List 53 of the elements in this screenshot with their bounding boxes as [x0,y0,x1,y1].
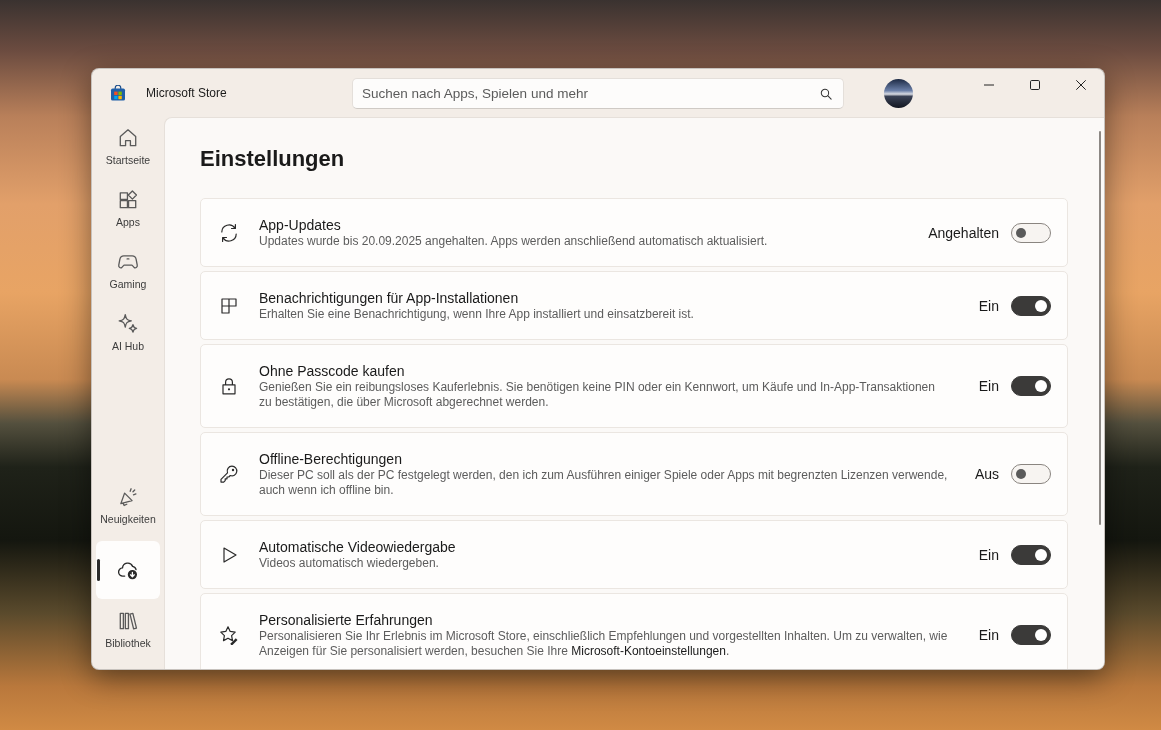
setting-description: Erhalten Sie eine Benachrichtigung, wenn Ihre App installiert und einsatzbereit ist. [259,307,695,322]
sidebar-item[interactable]: Startseite [96,120,160,178]
setting-description: Updates wurde bis 20.09.2025 angehalten. Apps werden anschließend automatisch aktualisiert. [259,234,769,249]
toggle-switch[interactable] [1011,376,1051,396]
setting-title: App-Updates [259,216,342,234]
setting-title: Offline-Berechtigungen [259,450,403,468]
selection-indicator [97,559,100,581]
scrollbar-thumb[interactable] [1099,131,1101,525]
toggle-switch[interactable] [1011,625,1051,645]
toggle-switch[interactable] [1011,295,1051,316]
page-heading: Einstellungen [200,145,346,173]
sparkles-icon [117,313,139,335]
apps-icon [117,189,139,211]
setting-title: Automatische Videowiedergabe [259,538,457,556]
megaphone-icon [117,486,139,508]
sidebar-item[interactable]: Bibliothek [96,603,160,661]
setting-description: Genießen Sie ein reibungsloses Kauferlebnis. Sie benötigen keine PIN oder ein Kennwort, um Käufe und In-App-Transaktionen zu bestätigen, die über Microsoft abgerechnet werden. [259,380,936,410]
home-icon [117,127,139,149]
toggle-state-label: Ein [978,546,999,563]
setting-description: Videos automatisch wiedergeben. [259,556,440,571]
setting-description: Dieser PC soll als der PC festgelegt werden, den ich zum Ausführen einiger Spiele oder Apps mit begrenzten Lizenzen verwende, auch wenn ich offline bin. [259,468,949,498]
squares-icon [219,295,239,316]
sync-icon [219,222,239,243]
setting-description: Personalisieren Sie Ihr Erlebnis im Microsoft Store, einschließlich Empfehlungen und vorgestellten Inhalten. Um zu verwalten, wie Anzeigen für Sie personalisiert werden, besuchen Sie Ihre Microsoft-Kontoeinstellungen. [259,629,949,659]
toggle-switch[interactable] [1011,464,1051,484]
app-title: Microsoft Store [146,86,227,100]
setting-title: Ohne Passcode kaufen [259,362,406,380]
toggle-state-label: Angehalten [928,224,999,241]
search-field[interactable]: Suchen nach Apps, Spielen und mehr [352,78,844,109]
toggle-switch[interactable] [1011,222,1051,243]
maximize-icon [1030,80,1040,90]
search-icon[interactable] [820,88,832,100]
setting-title: Personalisierte Erfahrungen [259,611,434,629]
sidebar-item[interactable]: Gaming [96,244,160,302]
cloud-download-icon [117,559,139,581]
toggle-state-label: Ein [978,378,999,394]
sidebar-item[interactable] [96,541,160,599]
toggle-state-label: Aus [974,466,999,482]
setting-title: Benachrichtigungen für App-Installationen [259,289,520,307]
sidebar-item[interactable]: Neuigkeiten [96,479,160,537]
books-icon [117,610,139,632]
toggle-switch[interactable] [1011,544,1051,565]
lock-icon [219,376,239,396]
avatar-icon[interactable] [884,78,913,108]
sidebar-item[interactable]: Apps [96,182,160,240]
sidebar-item[interactable]: AI Hub [96,306,160,364]
store-bag-icon [110,85,126,101]
key-icon [219,464,239,484]
account-settings-link[interactable]: Microsoft-Kontoeinstellungen [571,644,726,658]
toggle-state-label: Ein [978,297,999,314]
star-pen-icon [219,625,239,645]
close-icon [1076,80,1086,90]
toggle-state-label: Ein [978,627,999,643]
